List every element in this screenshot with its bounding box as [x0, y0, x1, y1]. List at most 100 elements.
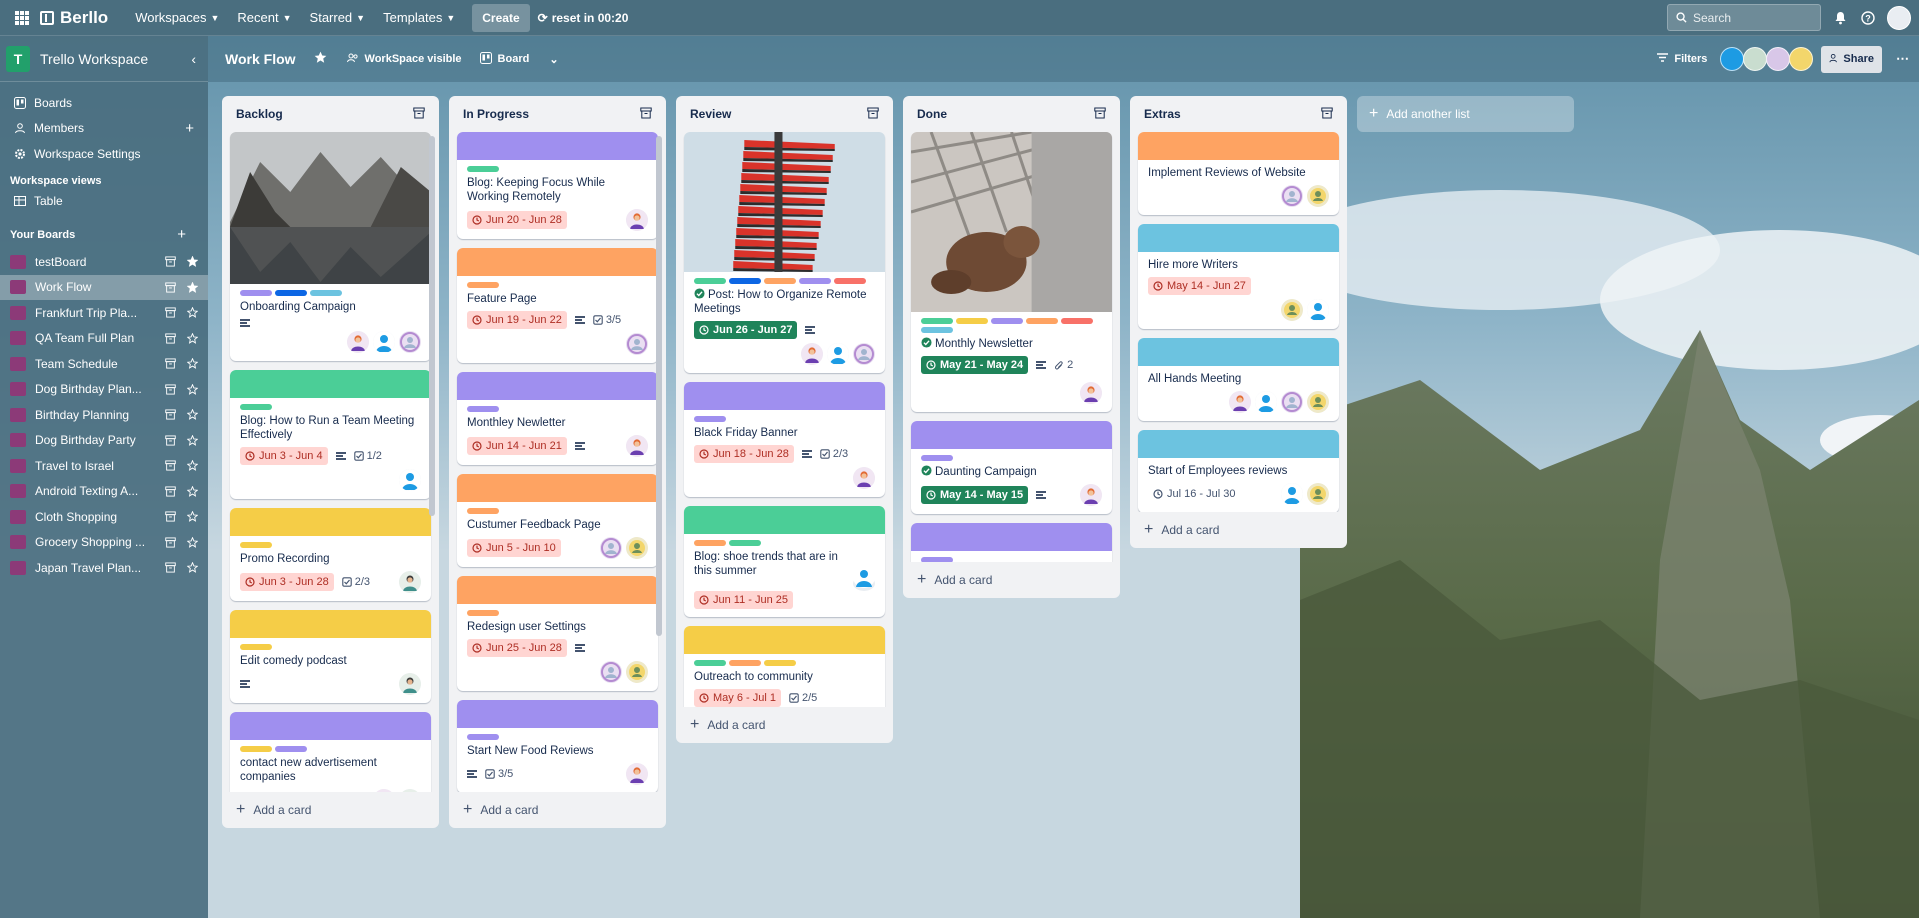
star-icon[interactable]	[186, 485, 198, 497]
due-date-badge[interactable]: May 6 - Jul 1	[694, 689, 781, 707]
sidebar-board-item[interactable]: Cloth Shopping	[0, 504, 208, 530]
card-label[interactable]	[467, 508, 499, 514]
archive-icon[interactable]	[164, 434, 176, 446]
star-icon[interactable]	[186, 460, 198, 472]
card-label[interactable]	[467, 734, 499, 740]
add-card-button[interactable]: + Add a card	[449, 792, 666, 828]
archive-list-icon[interactable]	[640, 107, 652, 122]
card-label[interactable]	[467, 166, 499, 172]
share-button[interactable]: Share	[1821, 45, 1882, 73]
star-icon[interactable]	[186, 409, 198, 421]
card-label[interactable]	[729, 278, 761, 284]
member-avatar[interactable]	[1307, 391, 1329, 413]
card-label[interactable]	[764, 660, 796, 666]
card-label[interactable]	[1026, 318, 1058, 324]
member-avatar[interactable]	[827, 343, 849, 365]
nav-workspaces[interactable]: Workspaces ▼	[126, 4, 228, 32]
card[interactable]: Daunting Campaign May 14 - May 15	[911, 421, 1112, 514]
card-label[interactable]	[799, 278, 831, 284]
card[interactable]: Onboarding Campaign	[230, 132, 431, 361]
card-label[interactable]	[694, 416, 726, 422]
visibility-button[interactable]: WorkSpace visible	[341, 45, 468, 73]
archive-list-icon[interactable]	[413, 107, 425, 122]
member-avatar[interactable]	[399, 571, 421, 593]
archive-icon[interactable]	[164, 332, 176, 344]
search-input[interactable]	[1693, 10, 1803, 25]
add-card-button[interactable]: + Add a card	[222, 792, 439, 828]
card-label[interactable]	[240, 290, 272, 296]
member-avatar[interactable]	[853, 467, 875, 489]
archive-list-icon[interactable]	[1321, 107, 1333, 122]
due-date-badge[interactable]: Jun 19 - Jun 22	[467, 311, 567, 329]
star-icon[interactable]	[314, 51, 327, 67]
star-icon[interactable]	[186, 307, 198, 319]
member-avatar[interactable]	[1080, 382, 1102, 404]
star-icon[interactable]	[186, 281, 198, 293]
card[interactable]: Redesign user Settings Jun 25 - Jun 28	[457, 576, 658, 691]
member-avatar[interactable]	[626, 333, 648, 355]
archive-icon[interactable]	[164, 281, 176, 293]
member-avatar[interactable]	[626, 209, 648, 231]
member-avatar[interactable]	[626, 537, 648, 559]
sidebar-board-item[interactable]: Dog Birthday Plan...	[0, 377, 208, 403]
scrollbar-thumb[interactable]	[429, 136, 435, 516]
sidebar-board-item[interactable]: Dog Birthday Party	[0, 428, 208, 454]
user-avatar[interactable]	[1887, 5, 1911, 30]
create-button[interactable]: Create	[472, 3, 530, 32]
sidebar-board-item[interactable]: Travel to Israel	[0, 453, 208, 479]
star-icon[interactable]	[186, 256, 198, 268]
member-avatar[interactable]	[626, 661, 648, 683]
card-label[interactable]	[729, 660, 761, 666]
card-label[interactable]	[240, 542, 272, 548]
list-header[interactable]: In Progress	[449, 96, 666, 132]
card[interactable]: Trial EmailsJun 3 - Jun 4	[911, 523, 1112, 562]
sidebar-board-item[interactable]: Frankfurt Trip Pla...	[0, 300, 208, 326]
member-avatar[interactable]	[801, 343, 823, 365]
card-label[interactable]	[694, 660, 726, 666]
board-title[interactable]: Work Flow	[225, 51, 296, 67]
archive-list-icon[interactable]	[1094, 107, 1106, 122]
star-icon[interactable]	[186, 511, 198, 523]
help-icon[interactable]: ?	[1859, 9, 1877, 27]
card[interactable]: Outreach to community May 6 - Jul 1 2/5	[684, 626, 885, 707]
member-avatar[interactable]	[373, 789, 395, 792]
due-date-badge[interactable]: Jun 5 - Jun 10	[467, 539, 561, 557]
due-date-badge[interactable]: Jul 16 - Jul 30	[1148, 485, 1240, 503]
member-avatar[interactable]	[1281, 391, 1303, 413]
due-date-badge[interactable]: May 14 - Jun 27	[1148, 277, 1251, 295]
board-view-button[interactable]: Board	[474, 45, 536, 73]
member-avatar[interactable]	[1307, 483, 1329, 505]
sidebar-board-item[interactable]: testBoard	[0, 249, 208, 275]
add-card-button[interactable]: + Add a card	[1130, 512, 1347, 548]
add-member-icon[interactable]: +	[185, 120, 194, 137]
member-avatar[interactable]	[853, 566, 875, 591]
sidebar-board-item[interactable]: Team Schedule	[0, 351, 208, 377]
add-card-button[interactable]: + Add a card	[903, 562, 1120, 598]
member-avatar[interactable]	[373, 331, 395, 353]
member-avatar[interactable]	[399, 331, 421, 353]
card-label[interactable]	[956, 318, 988, 324]
card[interactable]: Promo Recording Jun 3 - Jun 28 2/3	[230, 508, 431, 601]
member-avatar[interactable]	[626, 763, 648, 785]
list-header[interactable]: Extras	[1130, 96, 1347, 132]
add-list-button[interactable]: + Add another list	[1357, 96, 1574, 132]
search-box[interactable]	[1667, 4, 1821, 31]
card-label[interactable]	[729, 540, 761, 546]
sidebar-board-item[interactable]: Android Texting A...	[0, 479, 208, 505]
sidebar-board-item[interactable]: Work Flow	[0, 274, 208, 300]
sidebar-board-item[interactable]: Japan Travel Plan...	[0, 555, 208, 581]
sidebar-item-members[interactable]: Members +	[0, 116, 208, 142]
card-label[interactable]	[240, 746, 272, 752]
member-avatar[interactable]	[600, 661, 622, 683]
list-header[interactable]: Review	[676, 96, 893, 132]
card-label[interactable]	[240, 404, 272, 410]
card[interactable]: contact new advertisement companies	[230, 712, 431, 792]
add-card-button[interactable]: + Add a card	[676, 707, 893, 743]
card[interactable]: Implement Reviews of Website	[1138, 132, 1339, 215]
card-label[interactable]	[240, 644, 272, 650]
due-date-badge[interactable]: Jun 26 - Jun 27	[694, 321, 798, 339]
archive-icon[interactable]	[164, 562, 176, 574]
sidebar-item-table[interactable]: Table	[0, 189, 208, 215]
list-header[interactable]: Done	[903, 96, 1120, 132]
card-label[interactable]	[467, 282, 499, 288]
